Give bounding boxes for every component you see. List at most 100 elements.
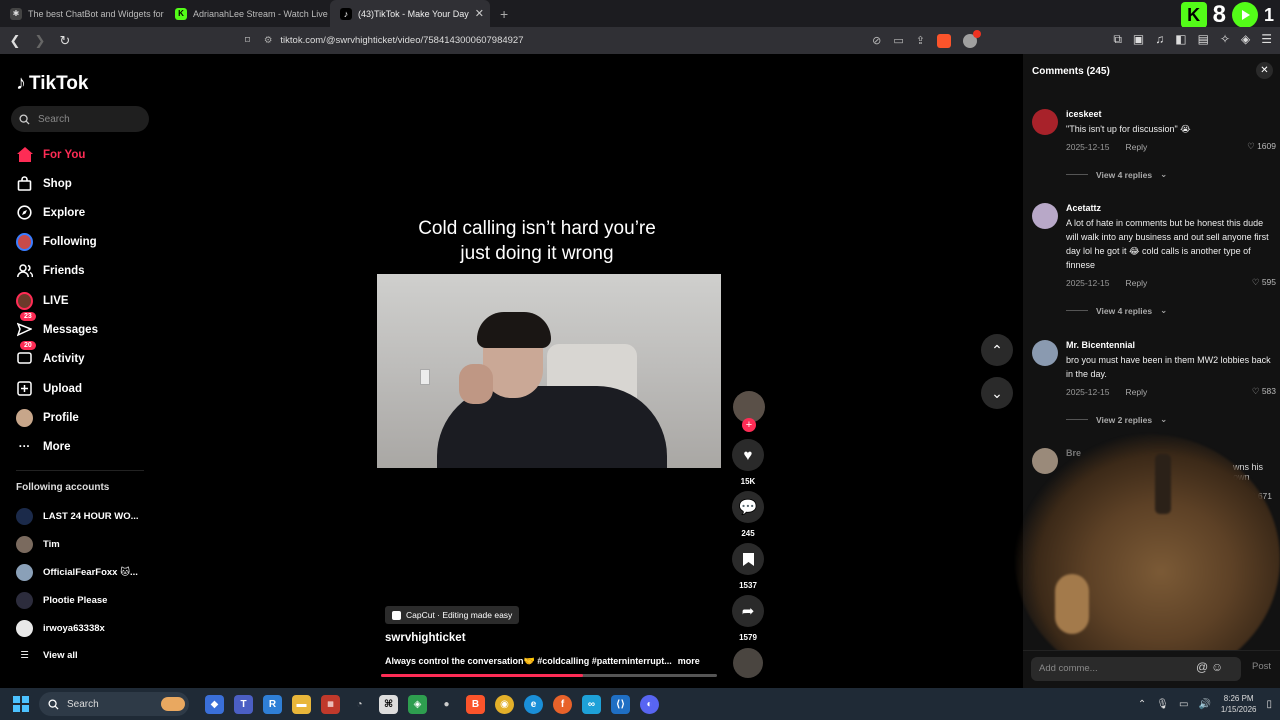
nav-explore[interactable]: Explore xyxy=(16,204,85,221)
search-input[interactable]: Search xyxy=(11,106,149,132)
notification-icon[interactable]: ▯ xyxy=(1266,699,1272,710)
nav-friends[interactable]: Friends xyxy=(16,262,85,279)
video-frame[interactable] xyxy=(377,274,721,468)
more-link[interactable]: more xyxy=(678,656,700,666)
app-icon[interactable]: ∞ xyxy=(582,694,601,714)
app-icon[interactable]: ⌘ xyxy=(379,694,398,714)
comment-user[interactable]: iceskeet xyxy=(1066,109,1276,119)
network-icon[interactable]: ▭ xyxy=(1179,699,1188,710)
like-button[interactable]: ♥ 15K xyxy=(732,439,764,486)
reply-button[interactable]: Reply xyxy=(1125,278,1147,288)
reader-icon[interactable]: ▣ xyxy=(1133,32,1144,47)
chrome-icon[interactable]: ◉ xyxy=(495,694,514,714)
discord-icon[interactable]: ◐ xyxy=(640,694,659,714)
following-account[interactable]: Tim xyxy=(16,536,60,553)
mention-icon[interactable]: @ xyxy=(1196,660,1208,674)
emoji-icon[interactable]: ☺ xyxy=(1211,660,1223,674)
tiktok-logo[interactable]: ♪ TikTok xyxy=(16,72,88,95)
add-comment-input[interactable]: Add comme... xyxy=(1031,657,1241,681)
picture-in-picture-webcam[interactable] xyxy=(1015,434,1280,684)
bookmark-icon[interactable]: ⌑ xyxy=(245,35,250,46)
app-icon[interactable]: ▦ xyxy=(321,694,340,714)
folder-icon[interactable]: ▬ xyxy=(292,694,311,714)
nav-following[interactable]: Following xyxy=(16,232,97,251)
nav-activity[interactable]: 20 Activity xyxy=(16,341,85,367)
close-tab-icon[interactable]: ✕ xyxy=(475,7,484,20)
translate-icon[interactable]: ⊘ xyxy=(872,34,881,48)
cast-icon[interactable]: ▭ xyxy=(893,34,903,48)
app-icon[interactable]: ◔ xyxy=(350,695,369,714)
music-icon[interactable]: ♫ xyxy=(1155,32,1164,47)
avatar[interactable] xyxy=(1032,203,1058,229)
nav-upload[interactable]: Upload xyxy=(16,380,82,397)
view-replies-button[interactable]: View 2 replies ⌄ xyxy=(1066,414,1276,425)
nav-live[interactable]: LIVE xyxy=(16,291,69,310)
browser-tab[interactable]: ✱ The best ChatBot and Widgets for Ki xyxy=(0,0,165,27)
new-tab-button[interactable]: + xyxy=(500,6,508,22)
nav-more[interactable]: ··· More xyxy=(16,438,71,455)
reload-icon[interactable]: ↻ xyxy=(55,31,75,51)
comment-user[interactable]: Mr. Bicentennial xyxy=(1066,340,1276,350)
clock[interactable]: 8:26 PM 1/15/2026 xyxy=(1221,693,1257,715)
app-icon[interactable]: ◆ xyxy=(205,694,224,714)
browser-tab[interactable]: K AdrianahLee Stream - Watch Live on xyxy=(165,0,330,27)
play-icon[interactable] xyxy=(1231,2,1258,28)
comment-like-button[interactable]: ♡ 595 xyxy=(1252,277,1276,288)
comment-like-button[interactable]: ♡ 583 xyxy=(1252,386,1276,397)
following-account[interactable]: OfficialFearFoxx 🐱... xyxy=(16,564,138,581)
site-settings-icon[interactable]: ⚙ xyxy=(264,35,273,46)
leo-icon[interactable]: ✧ xyxy=(1220,32,1230,47)
volume-icon[interactable]: 🔊 xyxy=(1198,699,1210,710)
following-account[interactable]: irwoya63338x xyxy=(16,620,105,637)
nav-for-you[interactable]: For You xyxy=(16,146,85,163)
reply-button[interactable]: Reply xyxy=(1125,387,1147,397)
comment-button[interactable]: 💬 245 xyxy=(732,491,764,538)
back-icon[interactable]: ❮ xyxy=(5,31,25,51)
brave-icon[interactable]: B xyxy=(466,694,485,714)
kick-icon[interactable]: K xyxy=(1180,2,1207,28)
edge-icon[interactable]: e xyxy=(524,694,543,714)
app-icon[interactable]: ◈ xyxy=(408,694,427,714)
firefox-icon[interactable]: f xyxy=(553,694,572,714)
nav-messages[interactable]: 23 Messages xyxy=(16,312,98,338)
save-button[interactable]: 1537 xyxy=(732,543,764,590)
forward-icon[interactable]: ❯ xyxy=(30,31,50,51)
app-icon[interactable]: R xyxy=(263,694,282,714)
comment-like-button[interactable]: ♡ 1609 xyxy=(1247,141,1276,152)
brave-rewards-icon[interactable] xyxy=(963,30,981,48)
next-video-button[interactable]: ⌄ xyxy=(981,377,1013,409)
view-replies-button[interactable]: View 4 replies ⌄ xyxy=(1066,305,1276,316)
creator-avatar[interactable]: + xyxy=(733,391,765,432)
follow-plus-icon[interactable]: + xyxy=(742,418,756,432)
following-account[interactable]: Plootie Please xyxy=(16,592,107,609)
nav-profile[interactable]: Profile xyxy=(16,408,79,427)
view-replies-button[interactable]: View 4 replies ⌄ xyxy=(1066,169,1276,180)
comment-user[interactable]: Acetattz xyxy=(1066,203,1276,213)
sound-avatar[interactable] xyxy=(733,648,763,678)
teams-icon[interactable]: T xyxy=(234,694,253,714)
video-author[interactable]: swrvhighticket xyxy=(385,632,466,644)
start-icon[interactable] xyxy=(13,696,29,712)
view-all-link[interactable]: ☰ View all xyxy=(16,650,77,661)
vpn-icon[interactable]: ◈ xyxy=(1241,32,1250,47)
github-icon[interactable]: ● xyxy=(437,695,456,714)
previous-video-button[interactable]: ⌃ xyxy=(981,334,1013,366)
reply-button[interactable]: Reply xyxy=(1125,142,1147,152)
nav-shop[interactable]: Shop xyxy=(16,175,72,192)
post-button[interactable]: Post xyxy=(1252,661,1271,672)
share-icon[interactable]: ⇪ xyxy=(916,34,925,48)
extensions-icon[interactable]: ⧉ xyxy=(1113,32,1122,47)
microphone-icon[interactable]: 🎙 xyxy=(1156,699,1169,710)
avatar[interactable] xyxy=(1032,109,1058,135)
browser-tab-active[interactable]: ♪ (43)TikTok - Make Your Day ✕ xyxy=(330,0,490,27)
sidebar-icon[interactable]: ◧ xyxy=(1175,32,1186,47)
vscode-icon[interactable]: ⟨⟩ xyxy=(611,694,630,714)
chevron-up-icon[interactable]: ⌃ xyxy=(1138,699,1146,710)
avatar[interactable] xyxy=(1032,340,1058,366)
address-bar[interactable]: ⌑ ⚙ tiktok.com/@swrvhighticket/video/758… xyxy=(245,30,985,51)
share-button[interactable]: ➦ 1579 xyxy=(732,595,764,642)
taskbar-search[interactable]: Search xyxy=(39,692,189,716)
close-comments-button[interactable]: ✕ xyxy=(1256,62,1273,79)
brave-shields-icon[interactable] xyxy=(937,34,951,48)
wallet-icon[interactable]: ▤ xyxy=(1198,32,1209,47)
